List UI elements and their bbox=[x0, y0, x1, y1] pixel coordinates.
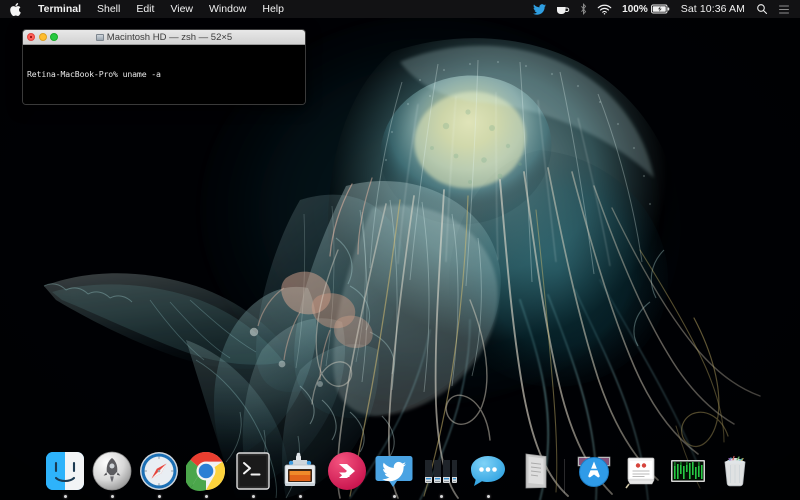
dock-item-matrix-term[interactable] bbox=[665, 440, 712, 498]
zoom-button[interactable] bbox=[50, 33, 58, 41]
dock-separator bbox=[559, 454, 571, 498]
menu-bar-clock[interactable]: Sat 10:36 AM bbox=[675, 0, 751, 18]
terminal-titlebar[interactable]: Macintosh HD — zsh — 52×5 bbox=[23, 30, 305, 45]
running-indicator bbox=[593, 495, 596, 498]
menu-bar-left[interactable]: Terminal Shell Edit View Window Help bbox=[7, 0, 292, 18]
dock-item-safari[interactable] bbox=[136, 440, 183, 498]
server-rack-icon bbox=[420, 450, 462, 492]
running-indicator bbox=[204, 495, 208, 498]
running-indicator bbox=[157, 495, 161, 498]
reeder-arrow-icon bbox=[326, 450, 368, 492]
dock-item-pages-doc[interactable] bbox=[618, 440, 665, 498]
battery-percent-label: 100% bbox=[622, 3, 648, 15]
launchpad-rocket-icon bbox=[91, 450, 133, 492]
battery-status[interactable]: 100% bbox=[617, 0, 675, 18]
wifi-icon[interactable] bbox=[592, 0, 617, 18]
menu-bar[interactable]: Terminal Shell Edit View Window Help 100… bbox=[0, 0, 800, 18]
terminal-output[interactable]: Retina-MacBook-Pro% uname -a Darwin Reti… bbox=[23, 45, 305, 104]
hard-drive-icon bbox=[95, 34, 104, 41]
menu-item-window[interactable]: Window bbox=[201, 0, 254, 18]
dock-item-trash[interactable] bbox=[712, 440, 759, 498]
running-indicator bbox=[298, 495, 302, 498]
textedit-icon bbox=[514, 450, 556, 492]
safari-compass-icon bbox=[138, 450, 180, 492]
running-indicator bbox=[439, 495, 443, 498]
finder-icon bbox=[44, 450, 86, 492]
dock-item-finder[interactable] bbox=[42, 440, 89, 498]
menu-item-edit[interactable]: Edit bbox=[128, 0, 162, 18]
minimize-button[interactable] bbox=[38, 33, 47, 41]
running-indicator bbox=[392, 495, 396, 498]
dock-item-itunes-server[interactable] bbox=[418, 440, 465, 498]
running-indicator bbox=[110, 495, 114, 498]
menu-item-terminal[interactable]: Terminal bbox=[30, 0, 89, 18]
running-indicator bbox=[346, 495, 349, 498]
dock[interactable] bbox=[0, 440, 800, 500]
dock-item-reeder[interactable] bbox=[324, 440, 371, 498]
dock-item-terminal[interactable] bbox=[230, 440, 277, 498]
running-indicator bbox=[687, 495, 690, 498]
running-indicator bbox=[734, 495, 737, 498]
tweetbot-toaster-icon bbox=[279, 450, 321, 492]
terminal-title-area: Macintosh HD — zsh — 52×5 bbox=[23, 30, 305, 45]
terminal-icon bbox=[232, 450, 274, 492]
coffee-cup-icon[interactable] bbox=[551, 0, 575, 18]
dock-item-app-store[interactable] bbox=[571, 440, 618, 498]
terminal-line: Darwin Retina-MacBook-Pro.local 14.1.1 D… bbox=[27, 103, 302, 104]
menu-bar-status-area[interactable]: 100% Sat 10:36 AM bbox=[528, 0, 795, 18]
matrix-terminal-icon bbox=[667, 450, 709, 492]
terminal-line: Retina-MacBook-Pro% uname -a bbox=[27, 68, 161, 79]
dock-item-messages[interactable] bbox=[465, 440, 512, 498]
search-magnifier-icon[interactable] bbox=[751, 0, 773, 18]
window-controls[interactable] bbox=[27, 33, 58, 41]
dock-item-textedit[interactable] bbox=[512, 440, 559, 498]
twitter-icon bbox=[373, 450, 415, 492]
menu-item-view[interactable]: View bbox=[162, 0, 201, 18]
terminal-window[interactable]: Macintosh HD — zsh — 52×5 Retina-MacBook… bbox=[22, 29, 306, 105]
desktop[interactable]: Terminal Shell Edit View Window Help 100… bbox=[0, 0, 800, 500]
document-stack-icon bbox=[620, 450, 662, 492]
running-indicator bbox=[63, 495, 67, 498]
messages-bubble-icon bbox=[467, 450, 509, 492]
chrome-icon bbox=[185, 450, 227, 492]
battery-full-icon bbox=[650, 4, 669, 14]
running-indicator bbox=[534, 495, 537, 498]
app-store-icon bbox=[573, 450, 615, 492]
terminal-title-text: Macintosh HD — zsh — 52×5 bbox=[106, 32, 233, 43]
running-indicator bbox=[486, 495, 490, 498]
bluetooth-icon[interactable] bbox=[575, 0, 592, 18]
apple-logo-icon[interactable] bbox=[7, 0, 30, 18]
menu-item-help[interactable]: Help bbox=[254, 0, 292, 18]
running-indicator bbox=[251, 495, 255, 498]
menu-item-shell[interactable]: Shell bbox=[89, 0, 128, 18]
dock-item-tweetbot[interactable] bbox=[277, 440, 324, 498]
dock-item-chrome[interactable] bbox=[183, 440, 230, 498]
dock-item-twitter[interactable] bbox=[371, 440, 418, 498]
notification-center-icon[interactable] bbox=[773, 0, 795, 18]
running-indicator bbox=[640, 495, 643, 498]
twitter-bird-icon[interactable] bbox=[528, 0, 551, 18]
close-button[interactable] bbox=[27, 33, 35, 41]
dock-item-launchpad[interactable] bbox=[89, 440, 136, 498]
trash-full-icon bbox=[714, 450, 756, 492]
